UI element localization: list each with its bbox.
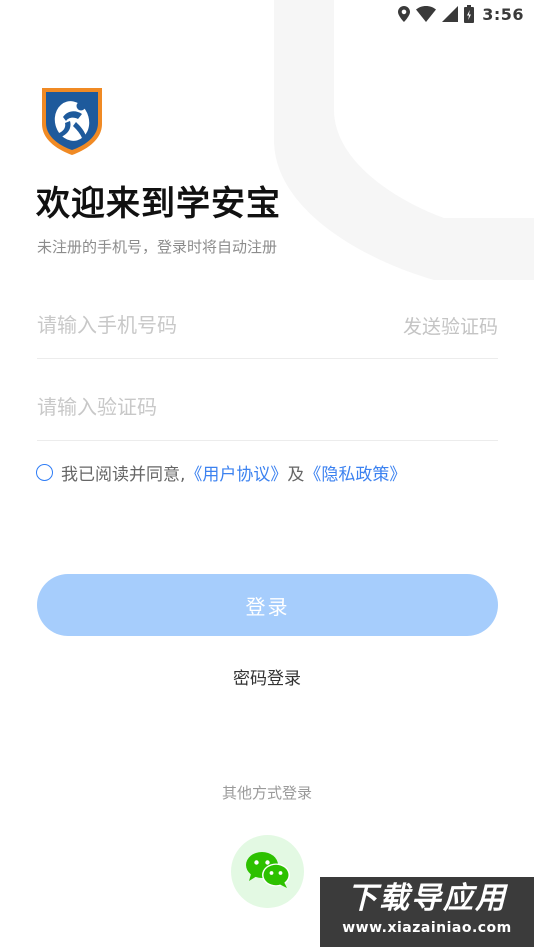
privacy-policy-link[interactable]: 《隐私政策》 (304, 460, 406, 485)
signal-icon (442, 6, 459, 22)
code-field-row (37, 374, 498, 441)
background-shield-decoration (274, 0, 534, 280)
agreement-prefix: 我已阅读并同意, (61, 465, 186, 485)
battery-icon (464, 5, 475, 23)
login-button[interactable]: 登录 (37, 574, 498, 636)
agreement-checkbox[interactable] (36, 464, 53, 481)
password-login-link[interactable]: 密码登录 (0, 664, 534, 689)
other-login-label: 其他方式登录 (221, 784, 312, 802)
app-logo (36, 84, 108, 156)
wechat-icon (244, 850, 292, 894)
send-code-button[interactable]: 发送验证码 (403, 312, 498, 339)
verification-code-input[interactable] (37, 395, 498, 419)
watermark-title: 下载导应用 (347, 881, 507, 916)
login-screen: 3:56 欢迎来到学安宝 未注册的手机号，登录时将自动注册 发送验证码 我已阅读… (0, 0, 534, 950)
wechat-login-button[interactable] (231, 835, 304, 908)
login-button-label: 登录 (245, 594, 290, 619)
watermark-url: www.xiazainiao.com (342, 920, 512, 936)
status-time: 3:56 (482, 4, 524, 24)
wifi-icon (416, 6, 437, 22)
register-hint: 未注册的手机号，登录时将自动注册 (37, 238, 278, 256)
agreement-row: 我已阅读并同意, 《用户协议》 及 《隐私政策》 (36, 460, 406, 485)
user-agreement-link[interactable]: 《用户协议》 (185, 460, 287, 485)
welcome-title: 欢迎来到学安宝 (36, 184, 281, 224)
phone-field-row: 发送验证码 (37, 292, 498, 359)
status-bar: 3:56 (398, 0, 534, 28)
agreement-conjunction: 及 (287, 465, 305, 485)
location-icon (398, 6, 411, 22)
phone-input[interactable] (37, 313, 403, 337)
site-watermark: 下载导应用 www.xiazainiao.com (320, 877, 534, 947)
